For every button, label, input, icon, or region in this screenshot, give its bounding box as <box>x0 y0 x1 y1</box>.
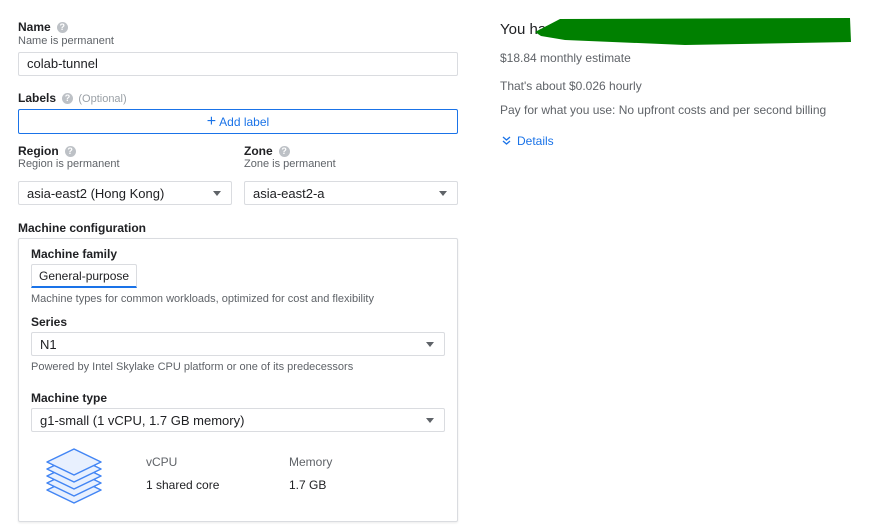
dropdown-arrow-icon <box>426 418 434 423</box>
region-select[interactable]: asia-east2 (Hong Kong) <box>18 181 232 205</box>
zone-select-value: asia-east2-a <box>253 185 325 201</box>
vcpu-header: vCPU <box>146 455 178 469</box>
machine-type-select[interactable]: g1-small (1 vCPU, 1.7 GB memory) <box>31 408 445 432</box>
vcpu-value: 1 shared core <box>146 478 220 492</box>
hourly-estimate: That's about $0.026 hourly <box>500 79 642 93</box>
machine-family-label: Machine family <box>31 247 118 261</box>
tab-general-purpose[interactable]: General-purpose <box>31 264 138 288</box>
region-select-value: asia-east2 (Hong Kong) <box>27 185 165 201</box>
name-input[interactable]: colab-tunnel <box>18 52 458 76</box>
zone-sublabel: Zone is permanent <box>244 158 336 170</box>
labels-optional: (Optional) <box>78 93 127 105</box>
series-select-value: N1 <box>40 336 57 352</box>
redaction-mark <box>535 18 851 45</box>
machine-type-select-value: g1-small (1 vCPU, 1.7 GB memory) <box>40 412 245 428</box>
details-link-text: Details <box>517 134 554 148</box>
region-sublabel: Region is permanent <box>18 158 120 170</box>
memory-header: Memory <box>289 455 333 469</box>
machine-family-description: Machine types for common workloads, opti… <box>31 293 374 305</box>
machine-type-label: Machine type <box>31 391 108 405</box>
monthly-estimate: $18.84 monthly estimate <box>500 51 631 65</box>
help-icon[interactable]: ? <box>278 146 290 158</box>
name-sublabel: Name is permanent <box>18 35 114 47</box>
dropdown-arrow-icon <box>439 191 447 196</box>
labels-label: Labels? (Optional) <box>18 91 127 105</box>
help-icon[interactable]: ? <box>56 22 68 34</box>
help-icon[interactable]: ? <box>62 93 74 105</box>
help-icon[interactable]: ? <box>64 146 76 158</box>
series-select[interactable]: N1 <box>31 332 445 356</box>
double-chevron-down-icon <box>502 136 511 145</box>
name-input-value: colab-tunnel <box>27 56 98 71</box>
billing-note: Pay for what you use: No upfront costs a… <box>500 103 827 117</box>
dropdown-arrow-icon <box>426 342 434 347</box>
add-label-text: Add label <box>219 114 270 129</box>
series-label: Series <box>31 315 68 329</box>
tab-general-purpose-label: General-purpose <box>39 269 130 283</box>
machine-stack-icon <box>46 448 102 504</box>
machine-config-label: Machine configuration <box>18 221 147 235</box>
dropdown-arrow-icon <box>213 191 221 196</box>
zone-label: Zone? <box>244 144 290 158</box>
memory-value: 1.7 GB <box>289 478 327 492</box>
region-label: Region? <box>18 144 76 158</box>
add-label-button[interactable]: + Add label <box>18 109 458 134</box>
zone-select[interactable]: asia-east2-a <box>244 181 458 205</box>
machine-config-card: Machine family General-purpose Machine t… <box>18 238 458 522</box>
series-description: Powered by Intel Skylake CPU platform or… <box>31 361 354 373</box>
plus-icon: + <box>206 112 217 130</box>
details-link[interactable]: Details <box>502 134 554 148</box>
name-label: Name? <box>18 20 68 34</box>
